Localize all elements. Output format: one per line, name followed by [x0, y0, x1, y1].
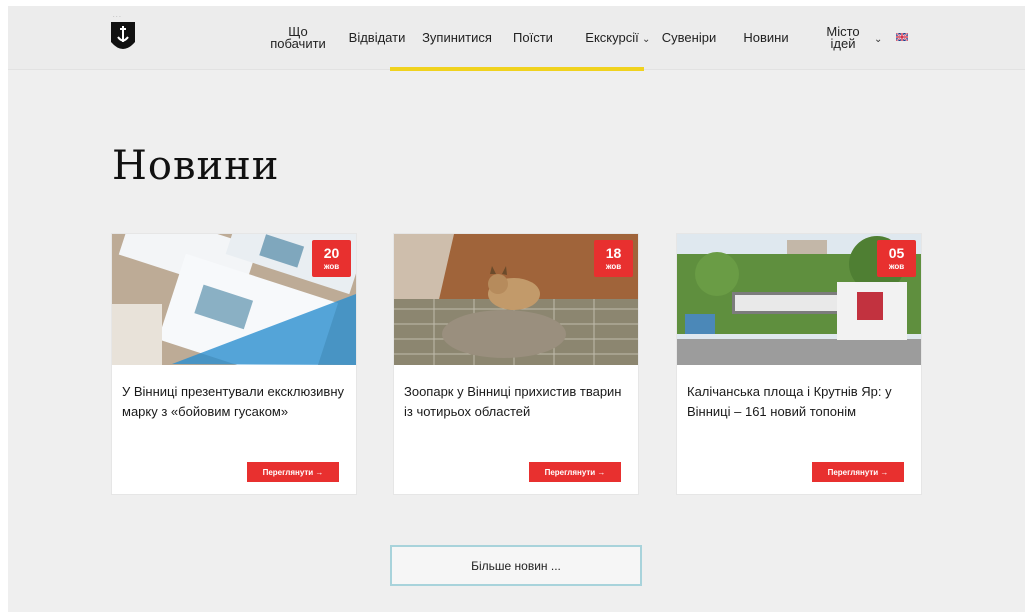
news-card[interactable]: 18 жов Зоопарк у Вінниці прихистив твари… — [393, 233, 639, 495]
uk-flag-icon[interactable] — [896, 33, 908, 41]
nav-item-city-of-ideas[interactable]: Місто ідей — [818, 6, 868, 69]
date-day: 20 — [323, 245, 340, 261]
news-title[interactable]: Калічанська площа і Крутнів Яр: у Вінниц… — [687, 382, 915, 422]
date-badge: 18 жов — [594, 240, 633, 277]
nav-item-stay[interactable]: Зупинитися — [414, 6, 500, 69]
page-title: Новини — [112, 142, 280, 189]
excursions-chevron-down-icon[interactable]: ⌄ — [642, 34, 650, 45]
nav-item-eat[interactable]: Поїсти — [505, 6, 561, 69]
top-navigation: · · · Що побачити Відвідати Зупинитися П… — [8, 6, 1025, 71]
date-badge: 05 жов — [877, 240, 916, 277]
nav-item-souvenirs[interactable]: Сувеніри — [654, 6, 724, 69]
view-button[interactable]: Переглянути → — [529, 462, 621, 482]
view-button[interactable]: Переглянути → — [247, 462, 339, 482]
date-month: жов — [323, 262, 340, 271]
date-month: жов — [888, 262, 905, 271]
date-badge: 20 жов — [312, 240, 351, 277]
nav-item-visit[interactable]: Відвідати — [345, 6, 409, 69]
news-title[interactable]: У Вінниці презентували ексклюзивну марку… — [122, 382, 350, 422]
svg-text:· · ·: · · · — [113, 14, 121, 20]
city-emblem-logo[interactable]: · · · — [109, 12, 137, 58]
date-day: 05 — [888, 245, 905, 261]
date-month: жов — [605, 262, 622, 271]
view-button[interactable]: Переглянути → — [812, 462, 904, 482]
more-news-button[interactable]: Більше новин ... — [390, 545, 642, 586]
news-card[interactable]: 05 жов Калічанська площа і Крутнів Яр: у… — [676, 233, 922, 495]
city-of-ideas-chevron-down-icon[interactable]: ⌄ — [874, 34, 882, 45]
nav-item-what-to-see[interactable]: Що побачити — [261, 6, 335, 69]
nav-item-news[interactable]: Новини — [735, 6, 797, 69]
date-day: 18 — [605, 245, 622, 261]
page-frame: · · · Що побачити Відвідати Зупинитися П… — [8, 6, 1025, 612]
nav-item-excursions[interactable]: Екскурсії — [578, 6, 646, 69]
news-card[interactable]: 20 жов У Вінниці презентували ексклюзивн… — [111, 233, 357, 495]
news-title[interactable]: Зоопарк у Вінниці прихистив тварин із чо… — [404, 382, 632, 422]
active-nav-indicator — [390, 67, 644, 71]
